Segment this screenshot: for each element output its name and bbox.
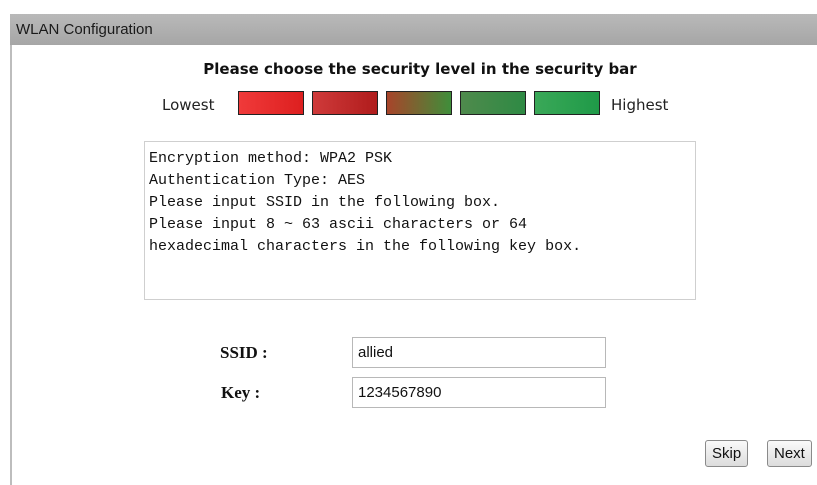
ssid-label: SSID : xyxy=(220,343,268,362)
wlan-configuration-page: WLAN Configuration Please choose the sec… xyxy=(0,0,817,485)
info-line: Authentication Type: AES xyxy=(149,172,366,189)
security-info-box: Encryption method: WPA2 PSK Authenticati… xyxy=(144,141,696,300)
window-title: WLAN Configuration xyxy=(16,21,153,38)
next-button[interactable]: Next xyxy=(767,440,812,467)
security-level-3[interactable] xyxy=(386,91,452,115)
skip-button[interactable]: Skip xyxy=(705,440,749,467)
info-line: Please input 8 ~ 63 ascii characters or … xyxy=(149,216,528,233)
info-line: Encryption method: WPA2 PSK xyxy=(149,150,393,167)
security-lowest-label: Lowest xyxy=(162,96,215,114)
security-highest-label: Highest xyxy=(611,96,669,114)
left-border xyxy=(10,45,12,485)
security-level-1[interactable] xyxy=(238,91,304,115)
security-level-2[interactable] xyxy=(312,91,378,115)
key-input[interactable] xyxy=(352,377,606,408)
key-label: Key : xyxy=(221,383,261,402)
info-line: hexadecimal characters in the following … xyxy=(149,238,582,255)
security-level-5[interactable] xyxy=(534,91,600,115)
security-level-4[interactable] xyxy=(460,91,526,115)
ssid-input[interactable] xyxy=(352,337,606,368)
window-title-bar: WLAN Configuration xyxy=(10,14,817,45)
info-line: Please input SSID in the following box. xyxy=(149,194,501,211)
security-heading: Please choose the security level in the … xyxy=(203,60,637,78)
